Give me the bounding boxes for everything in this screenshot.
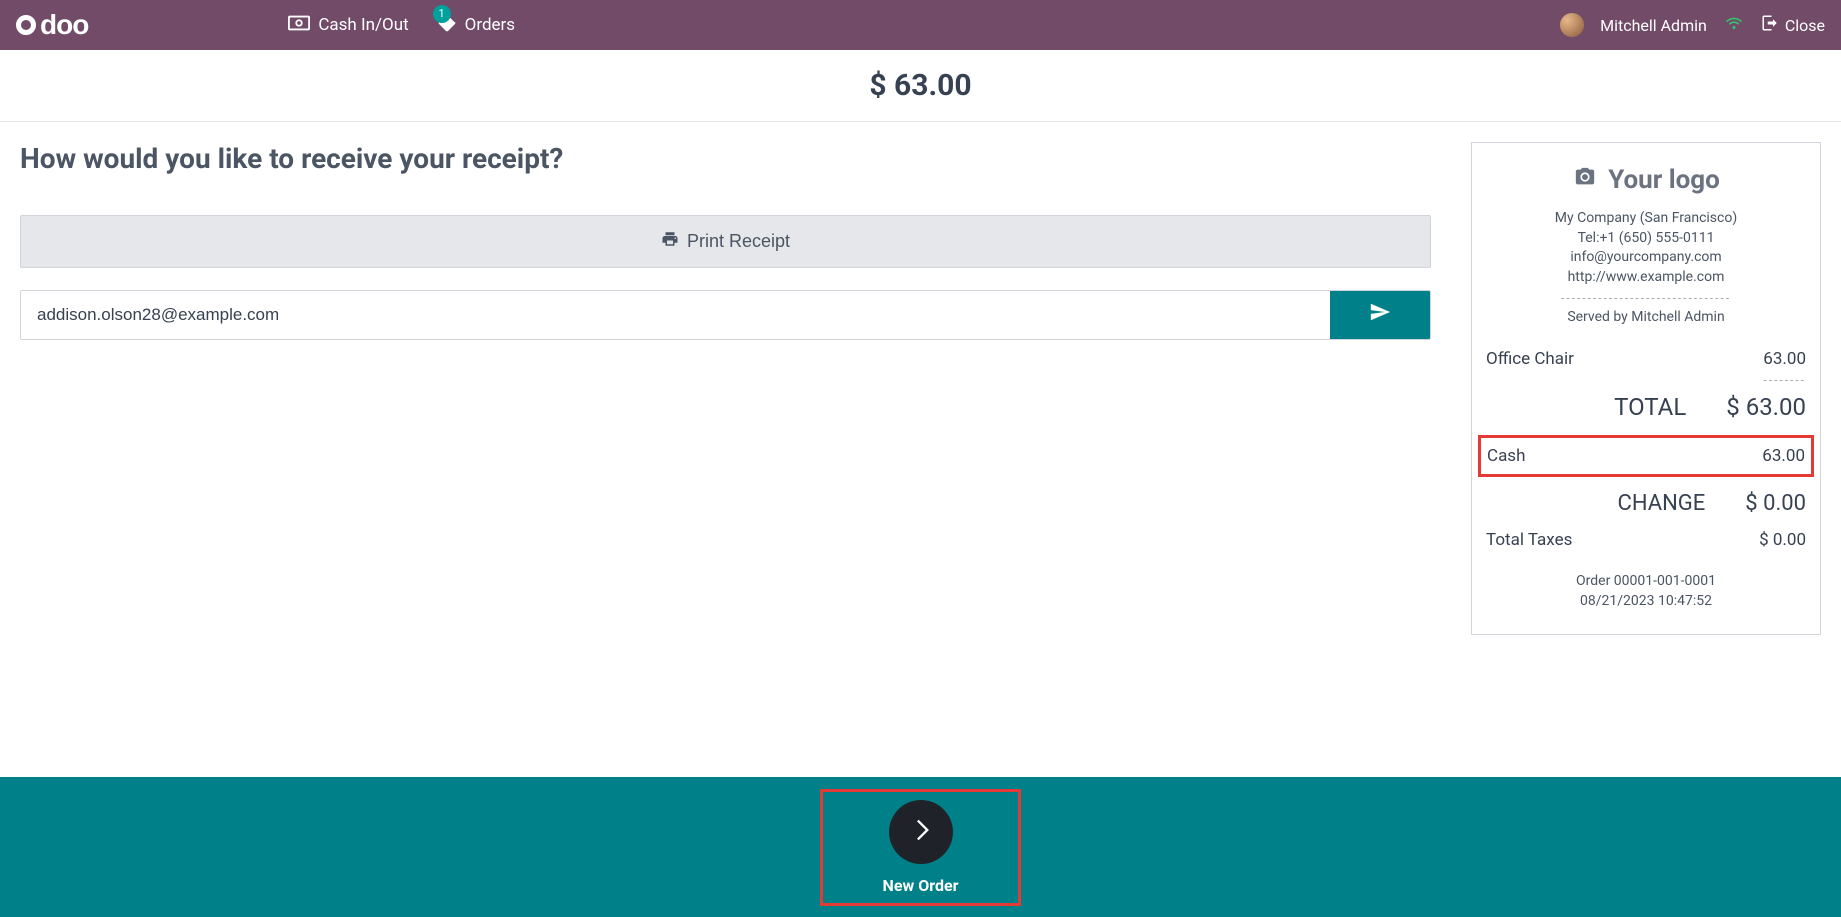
camera-icon bbox=[1572, 165, 1598, 195]
receipt-sub-divider: -------- bbox=[1486, 373, 1806, 387]
company-name: My Company (San Francisco) bbox=[1486, 209, 1806, 229]
new-order-circle bbox=[889, 800, 953, 864]
signout-icon bbox=[1761, 14, 1779, 36]
print-receipt-button[interactable]: Print Receipt bbox=[20, 215, 1431, 268]
nav-cash-in-out[interactable]: Cash In/Out bbox=[288, 15, 408, 36]
tag-icon: 1 bbox=[437, 13, 457, 38]
receipt-logo: Your logo bbox=[1486, 165, 1806, 195]
topbar-right: Mitchell Admin Close bbox=[1560, 13, 1825, 37]
user-name[interactable]: Mitchell Admin bbox=[1600, 16, 1707, 35]
change-value: $ 0.00 bbox=[1745, 491, 1806, 516]
receipt-order-info: Order 00001-001-0001 08/21/2023 10:47:52 bbox=[1486, 572, 1806, 611]
item-name: Office Chair bbox=[1486, 349, 1574, 369]
receipt-question: How would you like to receive your recei… bbox=[20, 142, 1431, 175]
receipt-logo-text: Your logo bbox=[1608, 165, 1720, 195]
receipt-options: How would you like to receive your recei… bbox=[20, 142, 1431, 340]
send-email-button[interactable] bbox=[1330, 291, 1430, 339]
company-email: info@yourcompany.com bbox=[1486, 248, 1806, 268]
print-label: Print Receipt bbox=[687, 231, 790, 252]
new-order-button[interactable]: New Order bbox=[820, 789, 1022, 906]
receipt-served: Served by Mitchell Admin bbox=[1486, 309, 1806, 325]
cash-label: Cash bbox=[1487, 446, 1525, 466]
orders-badge: 1 bbox=[433, 5, 451, 23]
receipt-change-row: CHANGE $ 0.00 bbox=[1486, 485, 1806, 526]
company-tel: Tel:+1 (650) 555-0111 bbox=[1486, 229, 1806, 249]
nav-orders[interactable]: 1 Orders bbox=[437, 13, 515, 38]
cash-icon bbox=[288, 15, 310, 36]
chevron-right-icon bbox=[907, 816, 935, 848]
nav-orders-label: Orders bbox=[465, 15, 515, 35]
cash-value: 63.00 bbox=[1762, 446, 1805, 466]
total-label: TOTAL bbox=[1614, 393, 1726, 421]
change-label: CHANGE bbox=[1618, 491, 1746, 516]
receipt-divider: -------------------------------- bbox=[1486, 291, 1806, 305]
nav-group: Cash In/Out 1 Orders bbox=[288, 13, 515, 38]
order-number: Order 00001-001-0001 bbox=[1486, 572, 1806, 592]
nav-cash-label: Cash In/Out bbox=[318, 15, 408, 35]
total-value: $ 63.00 bbox=[1726, 393, 1806, 421]
email-row bbox=[20, 290, 1431, 340]
order-datetime: 08/21/2023 10:47:52 bbox=[1486, 592, 1806, 612]
user-avatar[interactable] bbox=[1560, 13, 1584, 37]
receipt-preview: Your logo My Company (San Francisco) Tel… bbox=[1471, 142, 1821, 635]
company-web: http://www.example.com bbox=[1486, 268, 1806, 288]
receipt-taxes-row: Total Taxes $ 0.00 bbox=[1486, 526, 1806, 554]
email-input[interactable] bbox=[21, 291, 1330, 339]
footer-bar: New Order bbox=[0, 777, 1841, 917]
receipt-cash-row: Cash 63.00 bbox=[1487, 446, 1805, 466]
receipt-item-row: Office Chair 63.00 bbox=[1486, 345, 1806, 373]
new-order-label: New Order bbox=[883, 876, 959, 895]
send-icon bbox=[1369, 301, 1391, 329]
close-label: Close bbox=[1785, 16, 1825, 35]
main-content: How would you like to receive your recei… bbox=[0, 122, 1841, 777]
odoo-ring-icon bbox=[16, 15, 36, 35]
topbar: doo Cash In/Out 1 Orders Mitchell Admin … bbox=[0, 0, 1841, 50]
wifi-icon bbox=[1723, 14, 1745, 36]
item-price: 63.00 bbox=[1763, 349, 1806, 369]
receipt-cash-highlight: Cash 63.00 bbox=[1478, 435, 1814, 477]
brand-logo[interactable]: doo bbox=[16, 9, 88, 41]
receipt-total-row: TOTAL $ 63.00 bbox=[1486, 387, 1806, 435]
receipt-company: My Company (San Francisco) Tel:+1 (650) … bbox=[1486, 209, 1806, 287]
taxes-label: Total Taxes bbox=[1486, 530, 1572, 550]
amount-display: $ 63.00 bbox=[0, 50, 1841, 122]
taxes-value: $ 0.00 bbox=[1759, 530, 1806, 550]
close-button[interactable]: Close bbox=[1761, 14, 1825, 36]
print-icon bbox=[661, 230, 679, 253]
